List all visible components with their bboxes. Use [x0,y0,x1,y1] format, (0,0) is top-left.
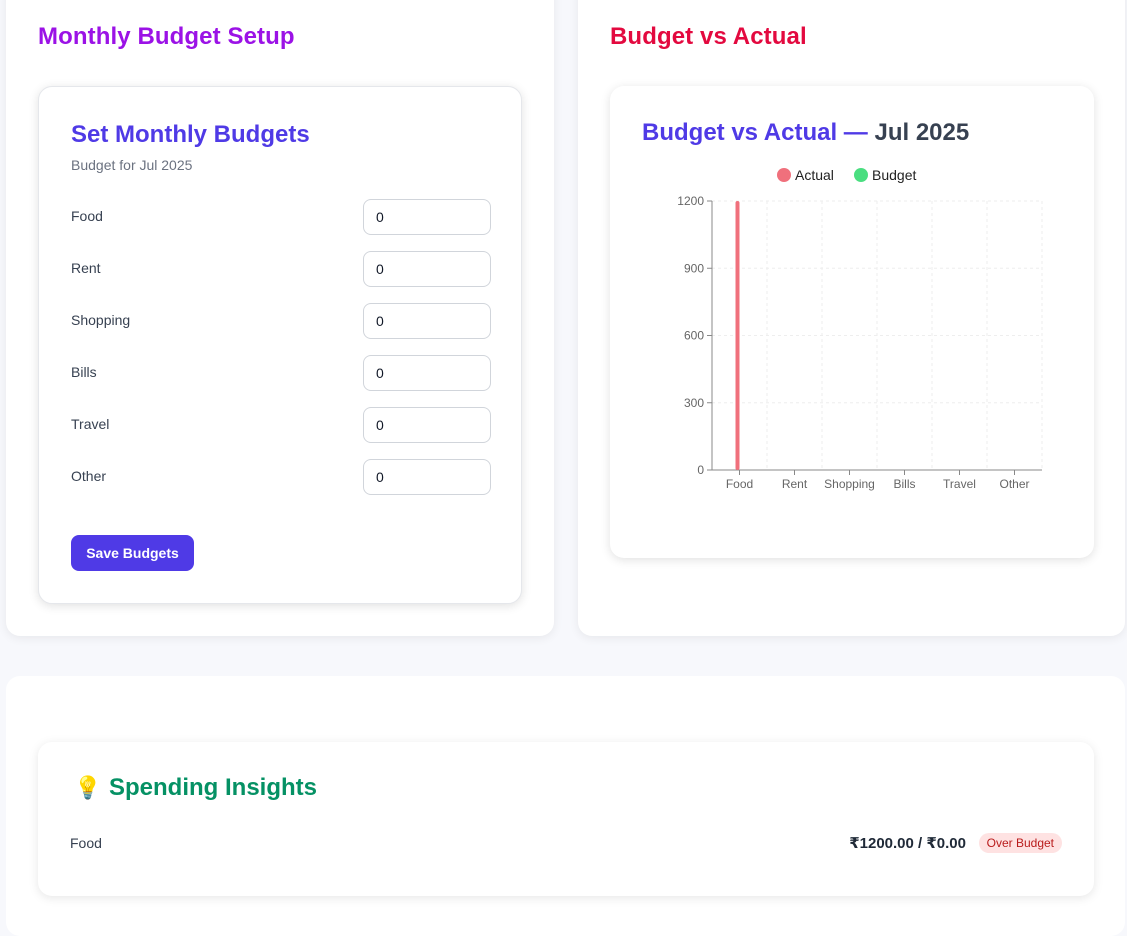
budget-row-travel: Travel [71,407,491,443]
budget-vs-actual-panel: Budget vs Actual Budget vs Actual — Jul … [578,0,1125,636]
budget-row-bills: Bills [71,355,491,391]
shopping-budget-input[interactable] [363,303,491,339]
lightbulb-icon: 💡 [74,775,102,800]
budget-label: Rent [71,260,101,276]
chart-card: Budget vs Actual — Jul 2025 0 300 600 900 12… [610,86,1094,558]
legend-label: Budget [872,167,916,183]
insights-card: 💡 Spending Insights Food ₹1200.00 / ₹0.0… [38,742,1094,896]
insights-panel: 💡 Spending Insights Food ₹1200.00 / ₹0.0… [6,676,1125,936]
setup-panel-title: Monthly Budget Setup [38,23,295,50]
insight-category: Food [70,835,102,851]
rent-budget-input[interactable] [363,251,491,287]
legend-swatch-budget [854,168,868,182]
bills-budget-input[interactable] [363,355,491,391]
food-budget-input[interactable] [363,199,491,235]
budget-month-subtitle: Budget for Jul 2025 [71,157,193,173]
y-tick-label: 1200 [677,194,704,208]
over-budget-badge: Over Budget [978,833,1062,853]
budget-label: Other [71,468,107,484]
legend-swatch-actual [777,168,791,182]
y-tick-label: 0 [697,463,704,477]
y-tick-label: 900 [684,261,704,275]
budget-row-shopping: Shopping [71,303,491,339]
travel-budget-input[interactable] [363,407,491,443]
x-tick-label: Shopping [824,477,875,491]
x-tick-label: Bills [893,477,915,491]
chart-panel-title: Budget vs Actual [610,23,807,50]
budget-row-food: Food [71,199,491,235]
other-budget-input[interactable] [363,459,491,495]
set-budgets-heading: Set Monthly Budgets [71,121,310,148]
save-budgets-button[interactable]: Save Budgets [71,535,194,571]
x-tick-label: Travel [943,477,976,491]
budget-vs-actual-chart: 0 300 600 900 1200 Food Rent Shopping Bills Trave… [677,167,1043,491]
y-tick-label: 300 [684,396,704,410]
budget-label: Food [71,208,103,224]
x-tick-label: Rent [782,477,808,491]
set-budgets-card: Set Monthly Budgets Budget for Jul 2025 … [38,86,522,604]
x-tick-label: Food [726,477,753,491]
budget-row-other: Other [71,459,491,495]
y-tick-label: 600 [684,329,704,343]
budget-label: Travel [71,416,110,432]
insight-amount: ₹1200.00 / ₹0.00 [849,835,966,852]
budget-row-rent: Rent [71,251,491,287]
x-tick-label: Other [999,477,1029,491]
bar-actual [735,201,740,470]
budget-label: Shopping [71,312,131,328]
legend-label: Actual [795,167,834,183]
budget-label: Bills [71,364,97,380]
insights-title: Spending Insights [109,774,317,801]
budget-setup-panel: Monthly Budget Setup Set Monthly Budgets… [6,0,554,636]
